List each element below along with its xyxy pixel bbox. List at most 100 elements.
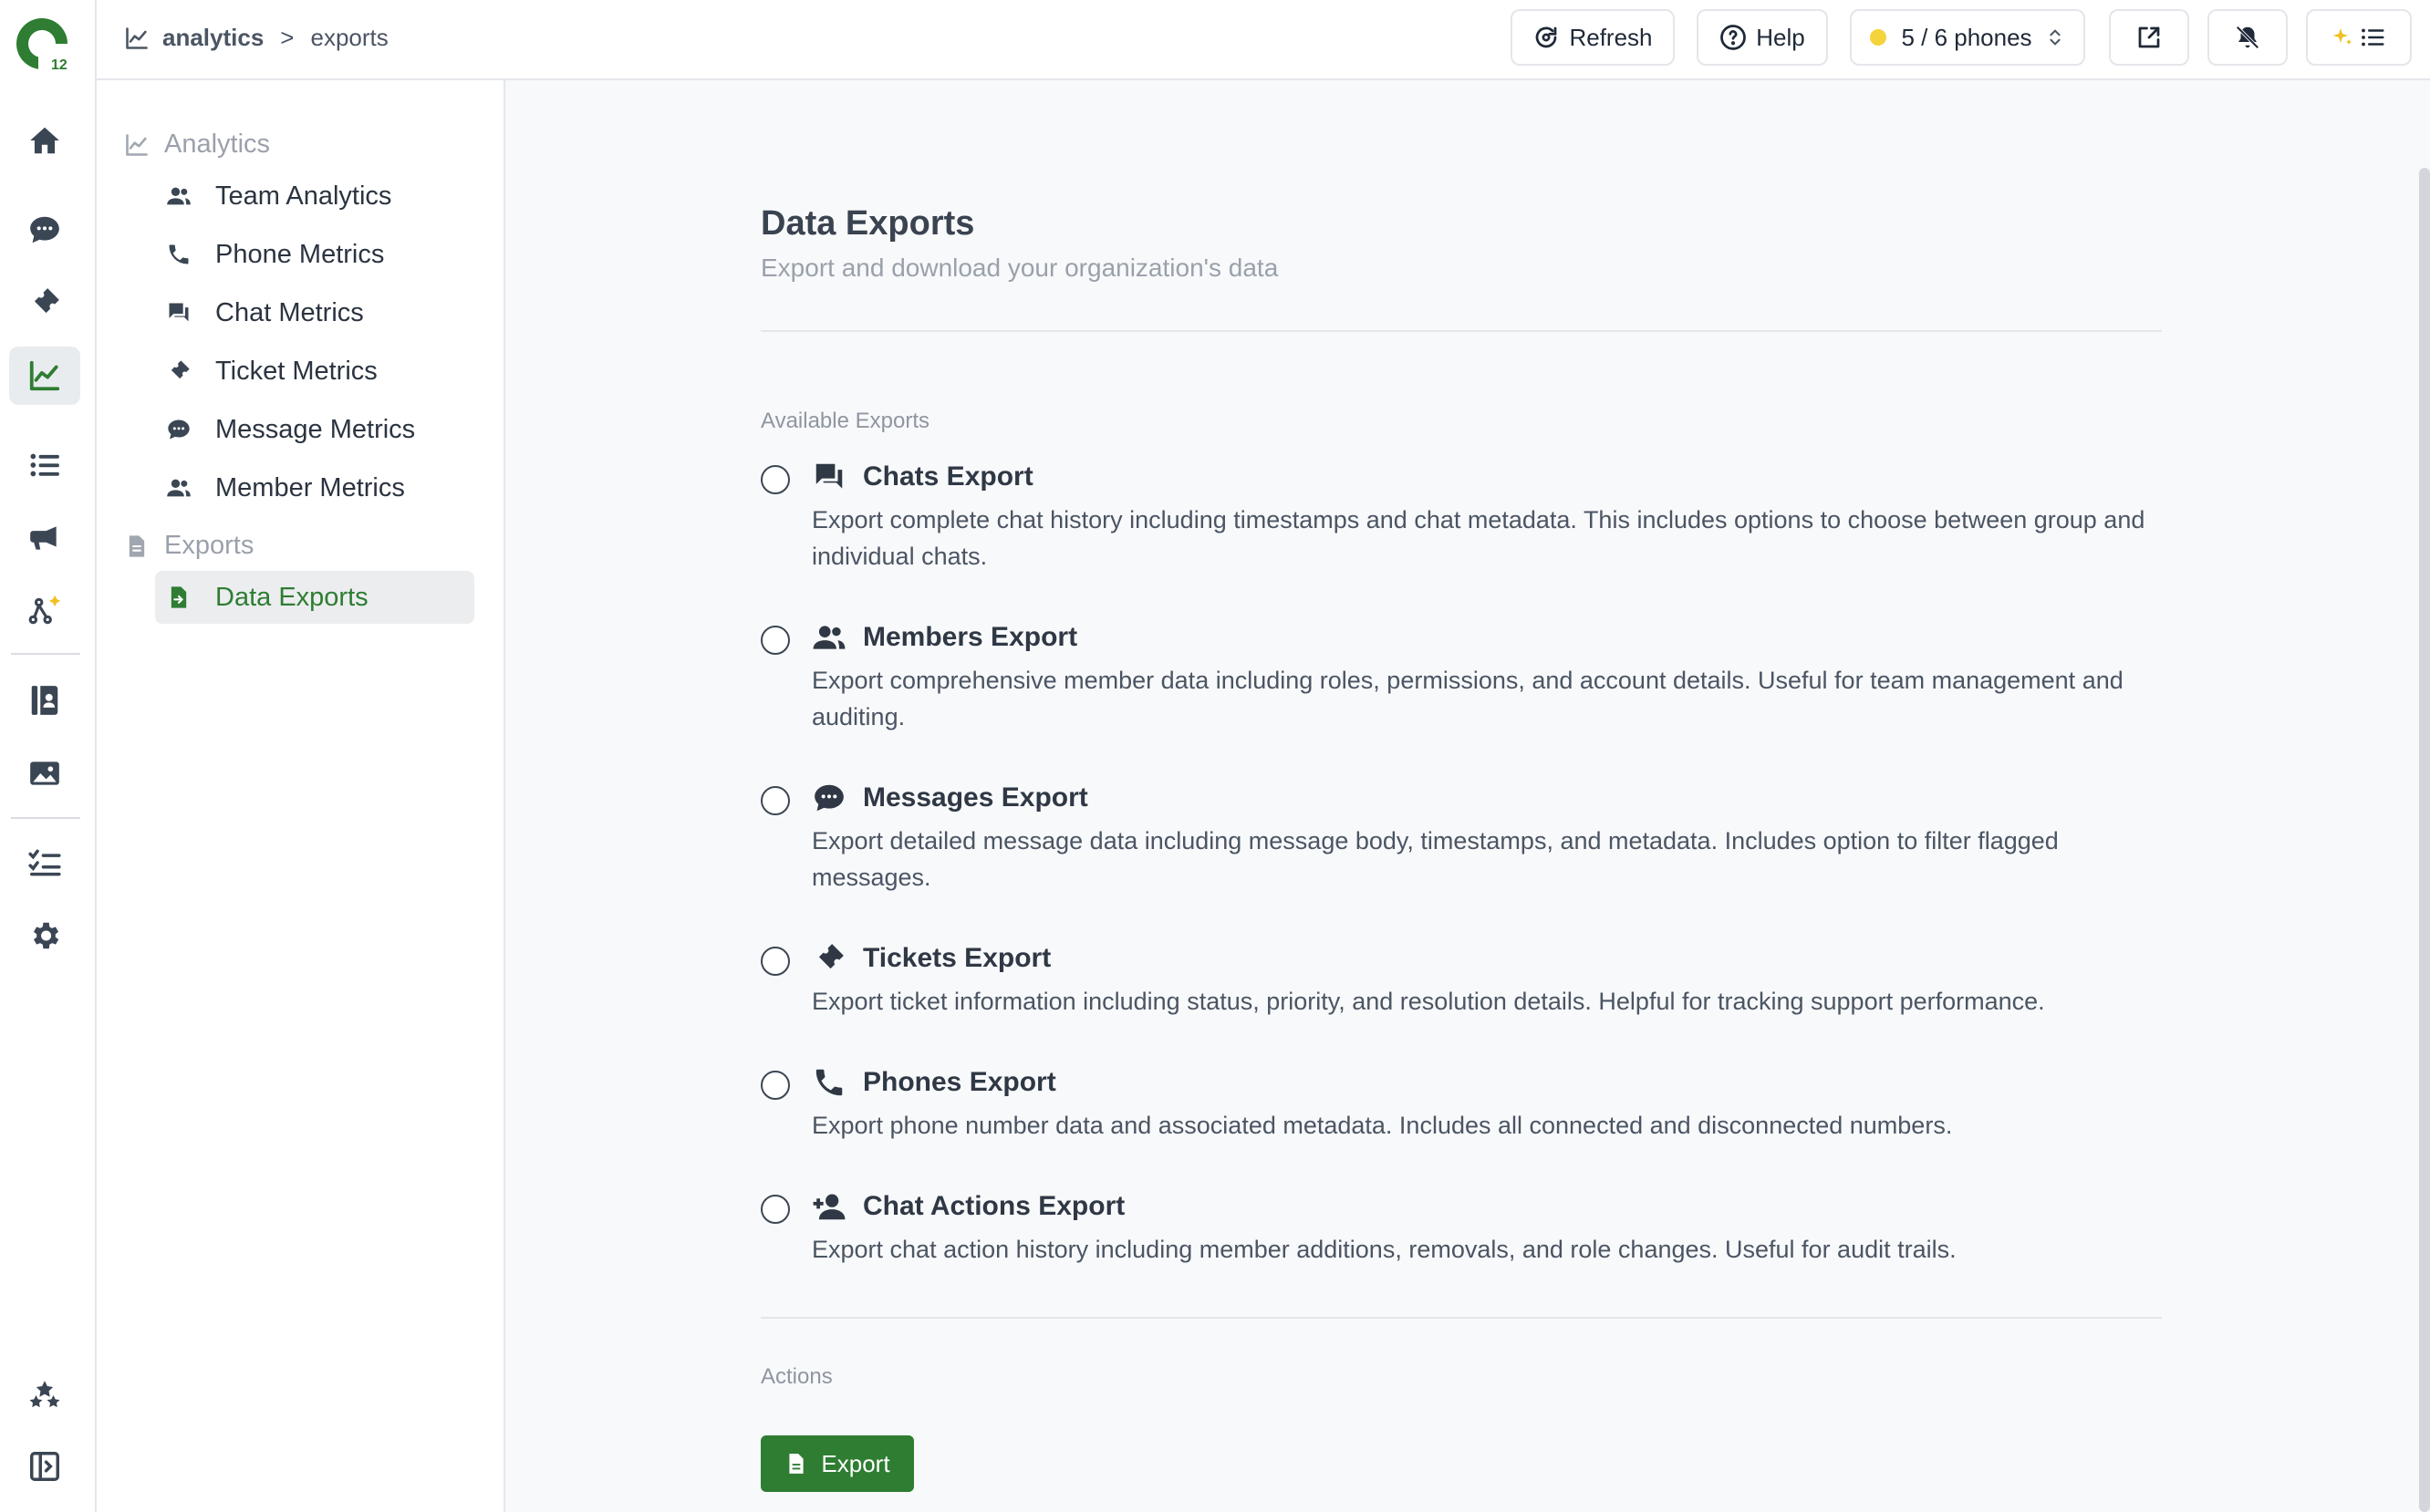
help-button[interactable]: Help xyxy=(1697,9,1828,66)
sidebar-item-phone-metrics[interactable]: Phone Metrics xyxy=(155,228,474,281)
megaphone-icon xyxy=(30,526,57,550)
chats-icon xyxy=(815,463,843,489)
breadcrumb: analytics > exports xyxy=(124,24,389,52)
ticket-icon xyxy=(171,360,190,379)
rail-divider xyxy=(11,653,80,655)
rail-tickets-button[interactable] xyxy=(9,274,80,332)
file-export-icon xyxy=(789,1454,805,1474)
export-option-title: Members Export xyxy=(863,622,1078,652)
phone-icon xyxy=(815,1069,843,1096)
phones-selector[interactable]: 5 / 6 phones xyxy=(1850,9,2085,66)
export-option-description: Export complete chat history including t… xyxy=(812,506,2145,570)
export-option-header: Messages Export xyxy=(812,781,1088,815)
rail-chats-button[interactable] xyxy=(9,201,80,259)
radio-phones-export[interactable] xyxy=(761,1071,790,1100)
sidebar-item-label: Message Metrics xyxy=(215,414,416,444)
available-exports-label: Available Exports xyxy=(761,409,929,433)
export-option-title: Chats Export xyxy=(863,461,1033,492)
export-option-description: Export chat action history including mem… xyxy=(812,1236,1957,1263)
scrollbar[interactable] xyxy=(2419,168,2430,1512)
rail-tasks-button[interactable] xyxy=(9,834,80,892)
export-button-label: Export xyxy=(821,1449,890,1477)
analytics-section-header: Analytics xyxy=(124,129,270,160)
message-icon xyxy=(168,419,190,440)
sidebar-item-team-analytics[interactable]: Team Analytics xyxy=(155,170,474,223)
divider xyxy=(761,1317,2162,1319)
actions-label: Actions xyxy=(761,1364,833,1389)
workflow-sparkle-icon xyxy=(28,595,61,625)
page-title: Data Exports xyxy=(761,204,975,243)
download-button[interactable] xyxy=(2109,9,2189,66)
chart-line-icon xyxy=(29,360,60,391)
sidebar-item-label: Phone Metrics xyxy=(215,239,385,269)
sidebar-item-message-metrics[interactable]: Message Metrics xyxy=(155,403,474,456)
help-label: Help xyxy=(1756,23,1805,51)
ai-tasks-button[interactable] xyxy=(2306,9,2412,66)
home-icon xyxy=(30,127,59,154)
export-option-title: Messages Export xyxy=(863,782,1088,813)
analytics-section-label: Analytics xyxy=(164,129,271,159)
sidebar-item-data-exports[interactable]: Data Exports xyxy=(155,571,474,624)
rail-home-button[interactable] xyxy=(9,111,80,170)
sidebar-item-ticket-metrics[interactable]: Ticket Metrics xyxy=(155,345,474,398)
export-option-header: Members Export xyxy=(812,620,1077,655)
address-book-icon xyxy=(31,686,58,715)
sidebar-item-member-metrics[interactable]: Member Metrics xyxy=(155,461,474,514)
rail-settings-button[interactable] xyxy=(9,906,80,965)
sidebar-item-label: Member Metrics xyxy=(215,472,405,502)
file-export-icon xyxy=(171,586,187,608)
export-option-header: Chats Export xyxy=(812,460,1033,494)
page-subtitle: Export and download your organization's … xyxy=(761,254,1279,282)
sidebar-item-label: Ticket Metrics xyxy=(215,356,378,386)
sparkle-icon xyxy=(2333,28,2352,45)
rail-automation-button[interactable] xyxy=(9,582,80,640)
sidebar-item-chat-metrics[interactable]: Chat Metrics xyxy=(155,286,474,339)
breadcrumb-current: exports xyxy=(310,24,389,51)
refresh-icon xyxy=(1536,26,1557,48)
rail-collapse-button[interactable] xyxy=(9,1437,80,1496)
export-button[interactable]: Export xyxy=(761,1435,914,1492)
phones-label: 5 / 6 phones xyxy=(1901,23,2032,51)
users-icon xyxy=(167,187,191,205)
users-icon xyxy=(167,479,191,497)
refresh-label: Refresh xyxy=(1569,23,1653,51)
rail-analytics-button[interactable] xyxy=(9,347,80,405)
user-plus-icon xyxy=(813,1194,846,1220)
export-option-description: Export detailed message data including m… xyxy=(812,827,2059,891)
users-icon xyxy=(813,626,846,649)
rail-lists-button[interactable] xyxy=(9,436,80,494)
rail-broadcast-button[interactable] xyxy=(9,509,80,567)
breadcrumb-root-link[interactable]: analytics xyxy=(162,24,264,52)
export-option-description: Export ticket information including stat… xyxy=(812,988,2045,1015)
radio-tickets-export[interactable] xyxy=(761,947,790,976)
chat-icon xyxy=(169,303,189,322)
ticket-icon xyxy=(818,944,844,969)
radio-members-export[interactable] xyxy=(761,626,790,655)
gear-icon xyxy=(33,922,59,949)
chart-line-icon xyxy=(126,26,148,49)
refresh-button[interactable]: Refresh xyxy=(1511,9,1675,66)
ticket-icon xyxy=(34,288,59,314)
exports-section-header: Exports xyxy=(124,531,254,561)
image-icon xyxy=(30,761,59,785)
message-icon xyxy=(815,784,844,812)
radio-chat-actions-export[interactable] xyxy=(761,1195,790,1224)
export-option-header: Phones Export xyxy=(812,1065,1056,1100)
help-icon xyxy=(1720,25,1747,50)
logo-icon[interactable]: 12 xyxy=(15,16,69,71)
radio-chats-export[interactable] xyxy=(761,465,790,494)
main-content: Data Exports Export and download your or… xyxy=(505,80,2430,1512)
rail-media-button[interactable] xyxy=(9,744,80,803)
radio-messages-export[interactable] xyxy=(761,786,790,815)
download-tray-icon xyxy=(2138,26,2160,48)
list-icon xyxy=(30,453,59,477)
export-option-description: Export comprehensive member data includi… xyxy=(812,667,2124,730)
rail-extras-button[interactable] xyxy=(9,1366,80,1424)
top-bar: analytics > exports Refresh Help 5 / 6 p… xyxy=(97,0,2430,80)
file-icon xyxy=(129,534,145,557)
export-option-header: Chat Actions Export xyxy=(812,1189,1125,1224)
rail-contacts-button[interactable] xyxy=(9,671,80,730)
notifications-button[interactable] xyxy=(2207,9,2288,66)
logo-text: 12 xyxy=(51,57,68,71)
rail-divider xyxy=(11,817,80,819)
